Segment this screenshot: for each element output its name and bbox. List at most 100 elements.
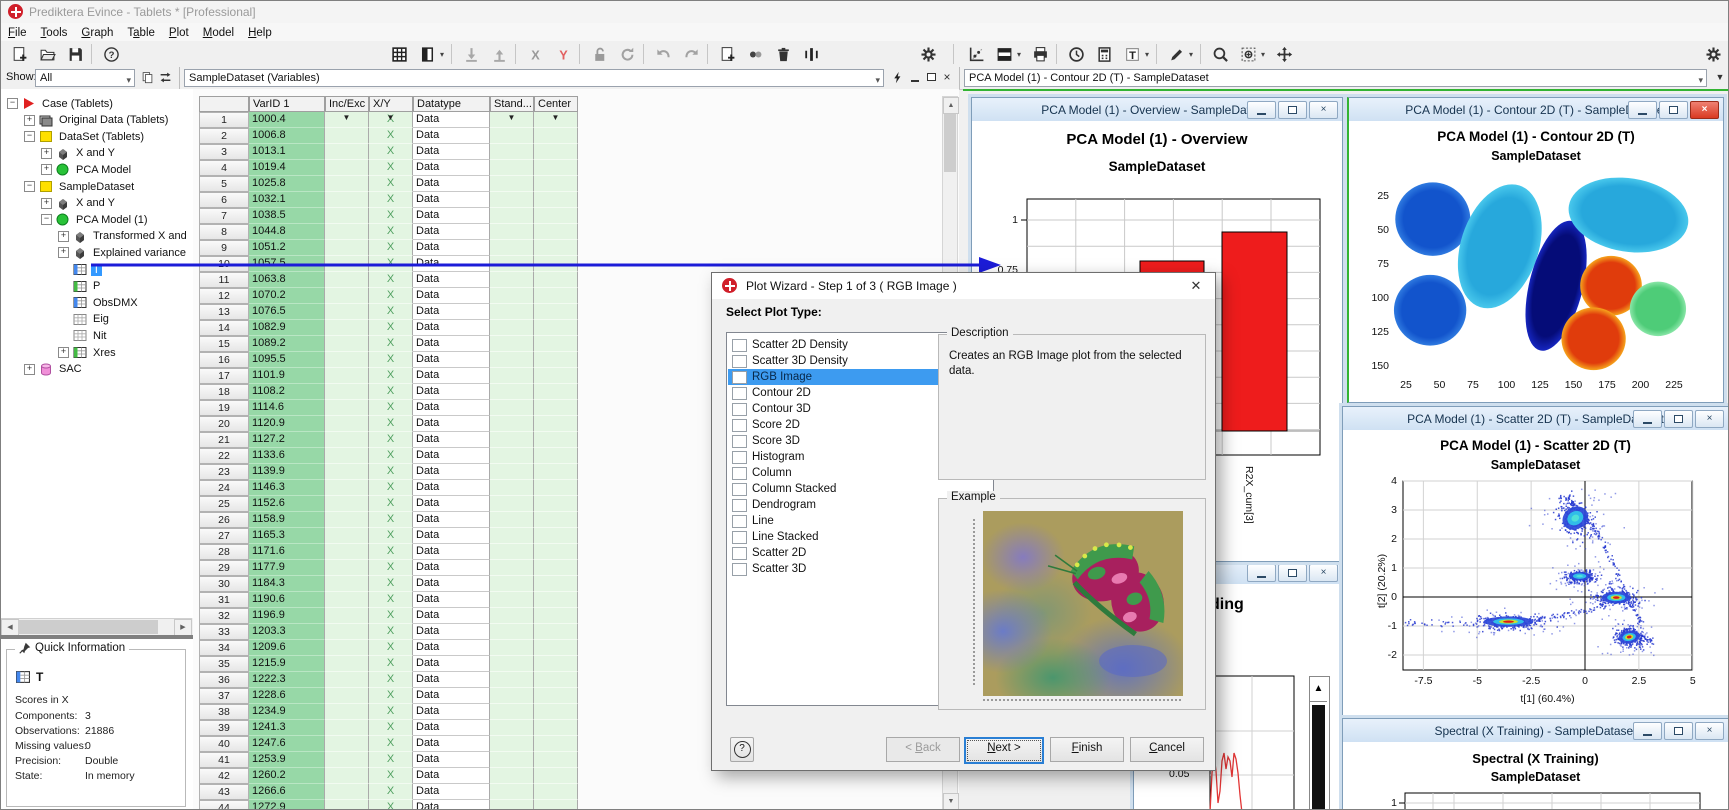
open-folder-icon[interactable] [35, 42, 59, 66]
tree-item-x-and-y[interactable]: +X and Y [41, 145, 117, 162]
expand-icon[interactable]: + [58, 347, 69, 358]
row-header[interactable]: 44 [199, 800, 249, 810]
cell-standardize[interactable] [490, 416, 534, 432]
cell-incexc[interactable] [325, 304, 369, 320]
cell-datatype[interactable]: Data [413, 576, 490, 592]
cell-center[interactable] [534, 400, 578, 416]
cell-center[interactable] [534, 576, 578, 592]
row-header[interactable]: 27 [199, 528, 249, 544]
cell-datatype[interactable]: Data [413, 256, 490, 272]
cell-incexc[interactable] [325, 464, 369, 480]
x-variable-icon[interactable]: X [523, 42, 547, 66]
cell-datatype[interactable]: Data [413, 112, 490, 128]
cell-xy[interactable]: X [369, 160, 413, 176]
tree-item-nit[interactable]: Nit [58, 327, 108, 344]
cell-varid[interactable]: 1044.8 [249, 224, 325, 240]
cell-center[interactable] [534, 304, 578, 320]
cell-center[interactable] [534, 176, 578, 192]
restore-icon[interactable] [1278, 101, 1307, 119]
restore-view-icon[interactable] [923, 69, 939, 85]
cell-incexc[interactable] [325, 672, 369, 688]
cell-standardize[interactable] [490, 480, 534, 496]
cell-center[interactable] [534, 624, 578, 640]
cell-varid[interactable]: 1032.1 [249, 192, 325, 208]
tree-item-label[interactable]: Eig [91, 313, 111, 325]
cell-center[interactable] [534, 512, 578, 528]
cell-datatype[interactable]: Data [413, 784, 490, 800]
cell-center[interactable] [534, 144, 578, 160]
cell-xy[interactable]: X [369, 736, 413, 752]
cell-standardize[interactable] [490, 560, 534, 576]
cell-standardize[interactable] [490, 512, 534, 528]
row-header[interactable]: 15 [199, 336, 249, 352]
help-icon[interactable]: ? [99, 42, 123, 66]
cell-standardize[interactable] [490, 160, 534, 176]
cell-datatype[interactable]: Data [413, 288, 490, 304]
zoom-region-icon[interactable] [1236, 42, 1260, 66]
row-header[interactable]: 21 [199, 432, 249, 448]
column-header-VarID 1[interactable]: VarID 1 [249, 96, 325, 112]
cell-incexc[interactable] [325, 288, 369, 304]
insert-column-icon[interactable] [799, 42, 823, 66]
cell-center[interactable] [534, 320, 578, 336]
expand-icon[interactable]: + [58, 247, 69, 258]
chevron-down-icon[interactable]: ▾ [1017, 50, 1021, 59]
scatter-window-titlebar[interactable]: PCA Model (1) - Scatter 2D (T) - SampleD… [1343, 407, 1728, 431]
chevron-down-icon[interactable]: ▾ [1189, 50, 1193, 59]
save-icon[interactable] [63, 42, 87, 66]
tree-item-case-tablets-[interactable]: −Case (Tablets) [7, 95, 115, 112]
window-layout-icon[interactable] [415, 42, 439, 66]
dialog-title-bar[interactable]: Plot Wizard - Step 1 of 3 ( RGB Image ) … [712, 273, 1215, 299]
row-header[interactable]: 28 [199, 544, 249, 560]
filter-dropdown-icon[interactable]: ▼ [387, 110, 395, 125]
cell-incexc[interactable] [325, 192, 369, 208]
cell-datatype[interactable]: Data [413, 384, 490, 400]
calculator-icon[interactable] [1092, 42, 1116, 66]
cell-standardize[interactable] [490, 800, 534, 810]
cell-varid[interactable]: 1171.6 [249, 544, 325, 560]
scroll-down-icon[interactable]: ▼ [1712, 69, 1728, 85]
cell-varid[interactable]: 1133.6 [249, 448, 325, 464]
row-header[interactable]: 18 [199, 384, 249, 400]
cell-center[interactable] [534, 208, 578, 224]
cell-datatype[interactable]: Data [413, 528, 490, 544]
tree-item-transformed-x-and[interactable]: +Transformed X and [58, 228, 189, 245]
cell-xy[interactable]: X [369, 560, 413, 576]
tree-item-eig[interactable]: Eig [58, 311, 111, 328]
row-header[interactable]: 1 [199, 112, 249, 128]
cell-xy[interactable]: X [369, 768, 413, 784]
cell-xy[interactable]: X [369, 496, 413, 512]
scroll-up-icon[interactable]: ▲ [1310, 677, 1327, 702]
cell-incexc[interactable] [325, 800, 369, 810]
cell-incexc[interactable] [325, 768, 369, 784]
pan-arrows-icon[interactable] [1272, 42, 1296, 66]
cell-datatype[interactable]: Data [413, 320, 490, 336]
row-header[interactable]: 25 [199, 496, 249, 512]
cell-datatype[interactable]: Data [413, 496, 490, 512]
cell-xy[interactable]: X [369, 704, 413, 720]
menu-tools[interactable]: Tools [34, 25, 75, 41]
minimize-icon[interactable] [1633, 722, 1662, 740]
row-header[interactable]: 7 [199, 208, 249, 224]
cell-center[interactable] [534, 704, 578, 720]
cell-varid[interactable]: 1006.8 [249, 128, 325, 144]
restore-icon[interactable] [1278, 564, 1307, 582]
close-icon[interactable]: × [1690, 101, 1719, 119]
cell-varid[interactable]: 1070.2 [249, 288, 325, 304]
row-header[interactable]: 38 [199, 704, 249, 720]
cell-xy[interactable]: X [369, 256, 413, 272]
row-header[interactable]: 19 [199, 400, 249, 416]
cell-standardize[interactable] [490, 688, 534, 704]
tree-item-label[interactable]: PCA Model (1) [74, 214, 150, 226]
tree-horizontal-scrollbar[interactable]: ◀ ▶ [1, 618, 192, 636]
cell-standardize[interactable] [490, 624, 534, 640]
history-clock-icon[interactable] [1064, 42, 1088, 66]
cell-standardize[interactable] [490, 544, 534, 560]
cell-xy[interactable]: X [369, 368, 413, 384]
cell-standardize[interactable] [490, 448, 534, 464]
cell-xy[interactable]: X [369, 448, 413, 464]
cell-xy[interactable]: X [369, 800, 413, 810]
cell-datatype[interactable]: Data [413, 144, 490, 160]
cell-center[interactable] [534, 368, 578, 384]
cell-incexc[interactable] [325, 384, 369, 400]
